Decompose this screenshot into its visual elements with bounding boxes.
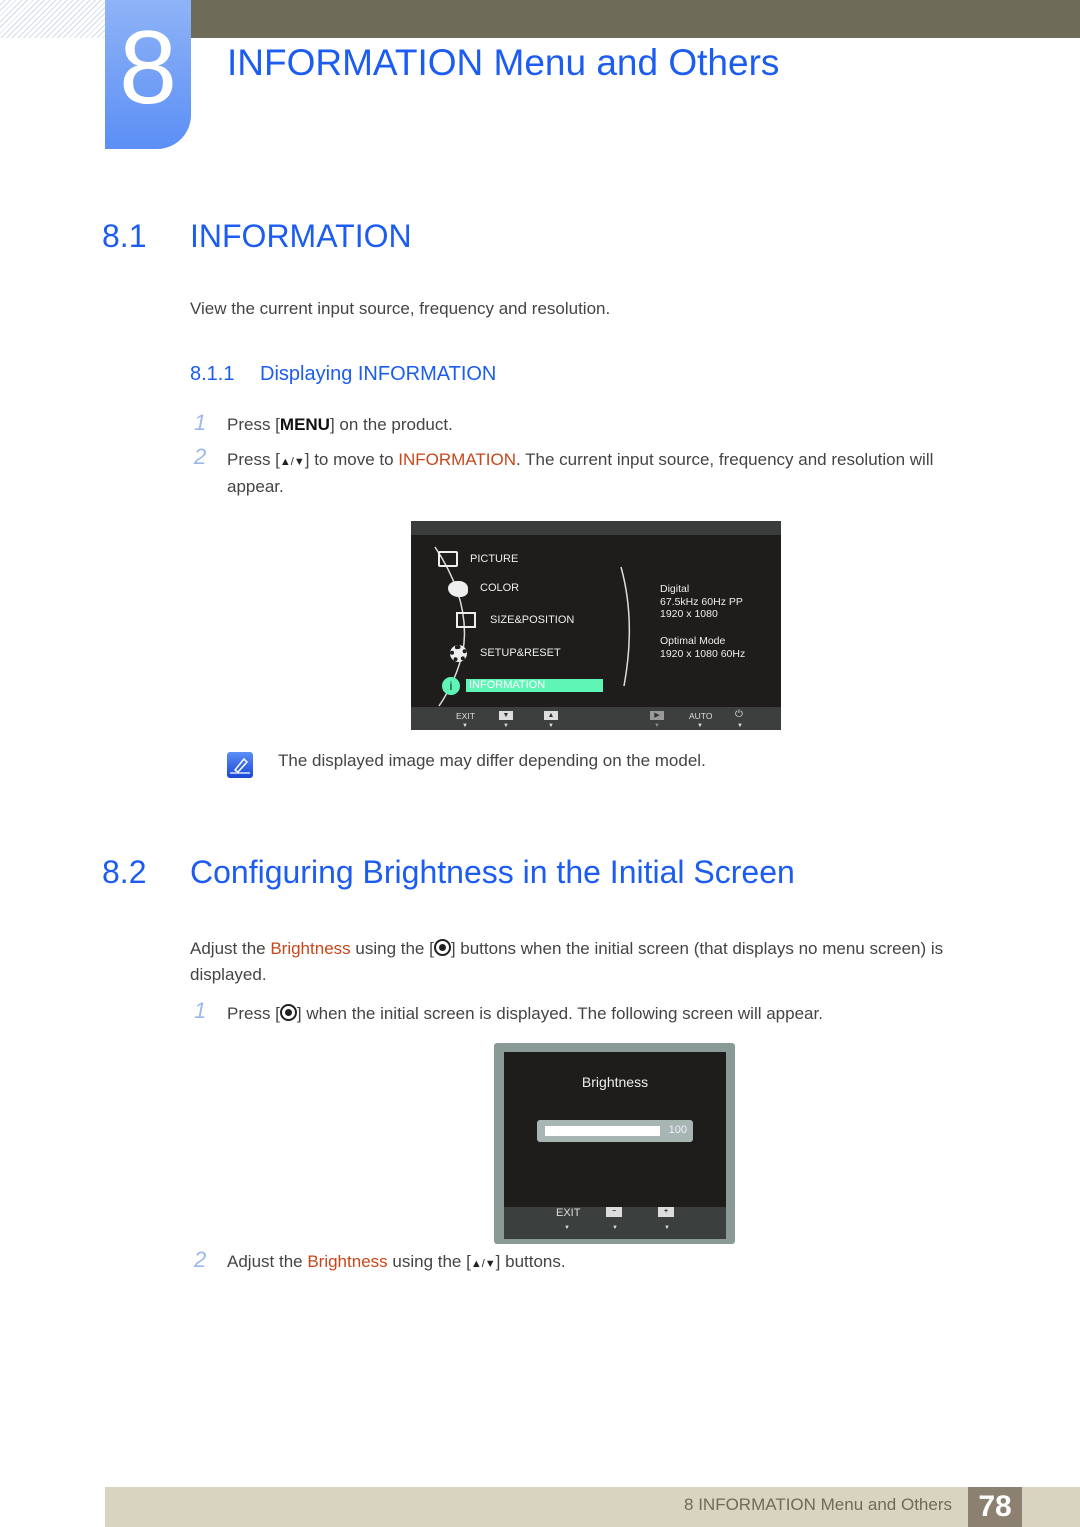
gear-icon [450,645,467,662]
highlight-brightness: Brightness [307,1252,388,1271]
section-title: Configuring Brightness in the Initial Sc… [190,854,795,890]
chapter-title: INFORMATION Menu and Others [227,42,780,83]
section-title: INFORMATION [190,218,412,254]
info-icon: i [442,677,460,695]
osd-info-line: Digital [660,583,690,595]
text: using the [ [350,939,434,958]
highlight-information: INFORMATION [398,450,517,469]
joystick-button-icon [433,939,451,956]
text: Press [ [227,450,280,469]
section-8-1-intro: View the current input source, frequency… [190,299,611,318]
text: using the [ [387,1252,471,1271]
osd-menu-color: COLOR [480,582,520,594]
palette-icon [448,581,468,597]
osd-up-button: ▲ [544,711,558,720]
section-8-2-intro-continuation: displayed. [190,965,267,984]
button-indicator: ▼ [697,723,703,729]
step-number: 2 [194,444,207,469]
osd-exit-button: EXIT [556,1207,581,1219]
step-2-text: Press [▲/▼] to move to INFORMATION. The … [227,450,933,470]
highlight-brightness: Brightness [270,939,351,958]
text: ] to move to [304,450,399,469]
subsection-8-1-1-heading: 8.1.1 Displaying INFORMATION [190,363,496,386]
footer-chapter-label: 8 INFORMATION Menu and Others [684,1495,952,1514]
section-number: 8.1 [102,218,147,254]
text: . The current input source, frequency an… [516,450,934,469]
text: Press [ [227,415,280,434]
chapter-number-badge: 8 [105,0,191,149]
menu-key: MENU [279,415,330,434]
button-indicator: ▼ [664,1225,670,1231]
joystick-button-icon [279,1004,297,1021]
button-indicator: ▼ [612,1225,618,1231]
text: ] when the initial screen is displayed. … [296,1004,823,1023]
section-number: 8.2 [102,854,147,890]
step-number: 1 [194,410,207,435]
osd-info-line: 1920 x 1080 [660,608,718,620]
power-icon: ⏻ [735,709,743,720]
button-indicator: ▼ [737,723,743,729]
osd-info-line: 1920 x 1080 60Hz [660,648,746,660]
up-down-arrow-key: ▲/▼ [279,456,305,468]
osd-menu-picture: PICTURE [470,553,519,565]
osd-info-line: Optimal Mode [660,635,726,647]
subsection-number: 8.1.1 [190,363,235,385]
brightness-value: 100 [668,1124,687,1136]
subsection-title: Displaying INFORMATION [260,363,497,385]
text: ] buttons. [495,1252,566,1271]
up-down-arrow-key: ▲/▼ [470,1258,496,1270]
button-indicator: ▼ [503,723,509,729]
text: ] on the product. [329,415,453,434]
header-bar [190,0,1080,38]
brightness-slider-fill [545,1126,660,1136]
note-pencil-icon [227,752,253,778]
osd-down-button: ▼ [499,711,513,720]
step-2-continuation: appear. [227,477,284,496]
osd-menu-size-position: SIZE&POSITION [490,614,575,626]
step-number: 2 [194,1247,207,1272]
button-indicator: ▼ [548,723,554,729]
text: Adjust the [227,1252,308,1271]
picture-icon [438,551,458,567]
osd-menu-information-selected: INFORMATION [466,679,603,692]
header-hatch-decoration [0,0,105,38]
brightness-slider: 100 [537,1120,693,1142]
step-1-text: Press [ ] when the initial screen is disp… [227,1004,823,1024]
osd-menu-setup-reset: SETUP&RESET [480,647,561,659]
size-position-icon [456,612,476,628]
note-text: The displayed image may differ depending… [278,751,706,770]
osd-exit-button: EXIT [456,711,475,721]
step-2-text: Adjust the Brightness using the [▲/▼] bu… [227,1252,566,1272]
button-indicator: ▼ [654,723,660,729]
text: Adjust the [190,939,271,958]
osd-auto-button: AUTO [689,711,713,721]
step-1-text: Press [MENU] on the product. [227,415,453,435]
button-indicator: ▼ [462,723,468,729]
osd-brightness-title: Brightness [581,1074,649,1090]
osd-source-button: ▶ [650,711,664,720]
osd-plus-button: + [658,1207,674,1217]
button-indicator: ▼ [564,1225,570,1231]
section-8-2-intro: Adjust the Brightness using the [ ] butto… [190,939,943,959]
text: Press [ [227,1004,280,1023]
osd-info-line: 67.5kHz 60Hz PP [660,596,743,608]
text: ] buttons when the initial screen (that … [450,939,944,958]
page-footer: 8 INFORMATION Menu and Others [105,1487,1080,1527]
osd-minus-button: − [606,1207,622,1217]
step-number: 1 [194,998,207,1023]
page-number: 78 [968,1487,1022,1527]
